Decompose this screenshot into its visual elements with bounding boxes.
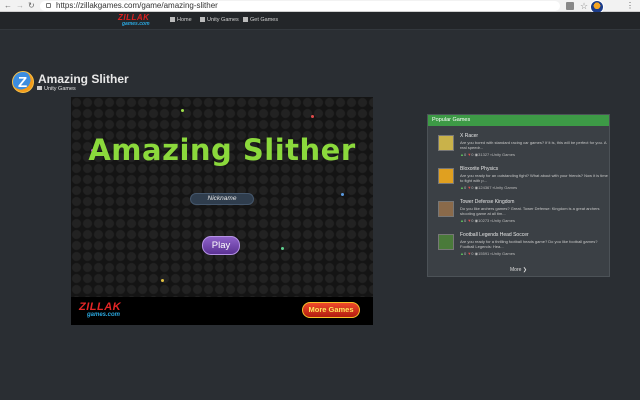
game-stats: ▲0 ▼0 ◉31327 ▪Unity Games <box>460 152 515 157</box>
game-logo-icon: Z <box>12 71 34 93</box>
popular-game-item[interactable]: X Racer Are you bored with standard raci… <box>434 133 607 164</box>
game-category[interactable]: Unity Games <box>494 185 517 190</box>
grid-icon <box>200 17 205 22</box>
back-icon[interactable]: ← <box>4 1 12 11</box>
category-link[interactable]: Unity Games <box>37 86 76 93</box>
views-count: 31327 <box>478 152 490 157</box>
popular-games-panel: Popular Games X Racer Are you bored with… <box>427 114 610 277</box>
dislikes-count: 0 <box>471 218 474 223</box>
game-canvas[interactable]: Amazing Slither Nickname Play <box>71 97 373 297</box>
food-dot <box>311 115 314 118</box>
dislikes-count: 0 <box>471 251 474 256</box>
nickname-input[interactable]: Nickname <box>190 193 254 205</box>
play-button[interactable]: Play <box>202 236 240 255</box>
game-title: Amazing Slither <box>88 133 356 167</box>
dislikes-count: 0 <box>471 152 474 157</box>
likes-count: 0 <box>463 251 467 256</box>
site-logo[interactable]: ZILLAK games.com <box>118 13 164 29</box>
game-title-link[interactable]: Football Legends Head Soccer <box>460 232 529 238</box>
game-description: Are you bored with standard racing car g… <box>460 140 607 150</box>
game-stats: ▲0 ▼0 ◉10273 ▪Unity Games <box>460 218 515 223</box>
nav-home-link[interactable]: Home <box>170 16 192 24</box>
likes-count: 0 <box>463 218 467 223</box>
game-thumbnail[interactable] <box>438 234 454 250</box>
nav-get-games-label: Get Games <box>250 17 279 23</box>
nav-get-games-link[interactable]: Get Games <box>243 16 278 24</box>
nav-unity-games-link[interactable]: Unity Games <box>200 16 239 24</box>
url-text[interactable]: https://zillakgames.com/game/amazing-sli… <box>56 1 218 11</box>
food-dot <box>161 279 164 282</box>
game-stats: ▲0 ▼0 ◉124367 ▪Unity Games <box>460 185 517 190</box>
nav-unity-games-label: Unity Games <box>207 17 239 23</box>
likes-count: 0 <box>463 185 467 190</box>
chevron-right-icon: ❯ <box>522 267 527 273</box>
brand-bottom: games.com <box>87 312 121 318</box>
more-games-button[interactable]: More Games <box>302 302 360 318</box>
game-thumbnail[interactable] <box>438 135 454 151</box>
translate-icon[interactable] <box>566 2 574 10</box>
popular-game-item[interactable]: Tower Defense Kingdom Do you like archer… <box>434 199 605 230</box>
category-label: Unity Games <box>44 86 76 92</box>
game-footer: ZILLAK games.com More Games <box>71 297 373 325</box>
game-thumbnail[interactable] <box>438 168 454 184</box>
popular-game-item[interactable]: Football Legends Head Soccer Are you rea… <box>434 232 605 263</box>
nav-home-label: Home <box>177 17 192 23</box>
popular-games-header: Popular Games <box>428 115 609 126</box>
game-description: Are you ready for a thrilling football h… <box>460 239 598 249</box>
more-label: More <box>510 267 522 273</box>
game-title-link[interactable]: Bloxorite Physics <box>460 166 498 172</box>
browser-menu-icon[interactable]: ⋮ <box>626 1 634 11</box>
reload-icon[interactable]: ↻ <box>28 1 35 11</box>
popular-game-item[interactable]: Bloxorite Physics Are you ready for an o… <box>434 166 608 197</box>
game-thumbnail[interactable] <box>438 201 454 217</box>
page-title: Amazing Slither <box>38 72 129 86</box>
game-description: Are you ready for an outstanding fight? … <box>460 173 608 183</box>
game-title-link[interactable]: Tower Defense Kingdom <box>460 199 514 205</box>
views-count: 10273 <box>478 218 490 223</box>
lock-icon <box>46 3 51 8</box>
game-description: Do you like archers games? Great. Tower … <box>460 206 600 216</box>
more-link[interactable]: More ❯ <box>428 267 609 273</box>
bookmark-star-icon[interactable]: ☆ <box>580 2 588 11</box>
site-logo-bottom: games.com <box>122 21 150 27</box>
game-category[interactable]: Unity Games <box>492 152 515 157</box>
game-title-link[interactable]: X Racer <box>460 133 478 139</box>
home-icon <box>170 17 175 22</box>
food-dot <box>181 109 184 112</box>
views-count: 124367 <box>478 185 492 190</box>
game-logo-letter: Z <box>18 74 28 91</box>
zillak-brand-logo[interactable]: ZILLAK games.com <box>79 301 135 321</box>
dislikes-count: 0 <box>471 185 474 190</box>
game-stats: ▲0 ▼0 ◉15591 ▪Unity Games <box>460 251 515 256</box>
grid-icon <box>243 17 248 22</box>
likes-count: 0 <box>463 152 467 157</box>
address-bar[interactable]: https://zillakgames.com/game/amazing-sli… <box>40 1 560 11</box>
browser-toolbar: ← → ↻ https://zillakgames.com/game/amazi… <box>0 0 640 14</box>
views-count: 15591 <box>478 251 490 256</box>
game-category[interactable]: Unity Games <box>492 251 515 256</box>
site-navbar: ZILLAK games.com Home Unity Games Get Ga… <box>0 12 640 30</box>
food-dot <box>341 193 344 196</box>
game-category[interactable]: Unity Games <box>492 218 515 223</box>
forward-icon[interactable]: → <box>16 1 24 11</box>
food-dot <box>281 247 284 250</box>
folder-icon <box>37 86 42 90</box>
